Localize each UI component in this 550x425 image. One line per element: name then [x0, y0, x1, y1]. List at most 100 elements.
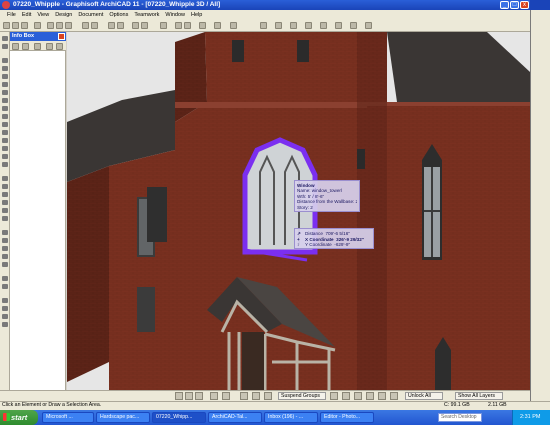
section-tool-icon[interactable]: [2, 298, 8, 303]
polygon-icon[interactable]: [34, 43, 41, 50]
menu-teamwork[interactable]: Teamwork: [131, 12, 162, 18]
slab-tool-icon[interactable]: [2, 114, 8, 119]
detail-tool-icon[interactable]: [2, 314, 8, 319]
publisher-icon[interactable]: [350, 22, 357, 29]
pencil-icon[interactable]: [132, 22, 139, 29]
menu-window[interactable]: Window: [162, 12, 188, 18]
print-icon[interactable]: [34, 22, 41, 29]
explore-icon[interactable]: [222, 392, 230, 400]
distance-value[interactable]: 709'-6 5/16": [325, 231, 349, 236]
gravity-icon[interactable]: [264, 392, 272, 400]
info-box-close-icon[interactable]: [58, 33, 65, 40]
lamp-tool-icon[interactable]: [2, 106, 8, 111]
mirror-icon[interactable]: [378, 392, 386, 400]
trace-icon[interactable]: [366, 392, 374, 400]
undo-icon[interactable]: [82, 22, 89, 29]
hotspot-tool-icon[interactable]: [2, 262, 8, 267]
wand-icon[interactable]: [141, 22, 148, 29]
open-file-icon[interactable]: [12, 22, 19, 29]
task-microsoft[interactable]: Microsoft ...: [42, 412, 94, 423]
task-photo-editor[interactable]: Editor - Photo...: [320, 412, 374, 423]
navigator-icon[interactable]: [365, 22, 372, 29]
arc-tool-icon[interactable]: [2, 238, 8, 243]
desktop-search-input[interactable]: Search Desktop: [438, 413, 482, 422]
stair-tool-icon[interactable]: [2, 154, 8, 159]
clock[interactable]: 2:31 PM: [520, 410, 540, 425]
teamwork-icon[interactable]: [230, 22, 237, 29]
fill-tool-icon[interactable]: [2, 216, 8, 221]
grid-icon[interactable]: [330, 392, 338, 400]
zoom-in-icon[interactable]: [175, 392, 183, 400]
layout-icon[interactable]: [335, 22, 342, 29]
menu-options[interactable]: Options: [106, 12, 131, 18]
view-options-icon[interactable]: [260, 22, 267, 29]
elevation-icon[interactable]: [290, 22, 297, 29]
3d-window-icon[interactable]: [117, 22, 124, 29]
pan-icon[interactable]: [184, 22, 191, 29]
task-archicad-talk[interactable]: ArchiCAD-Tal...: [208, 412, 262, 423]
y-coordinate-value[interactable]: -629'-9": [334, 242, 350, 247]
detail-icon[interactable]: [305, 22, 312, 29]
worksheet-tool-icon[interactable]: [2, 322, 8, 327]
menu-design[interactable]: Design: [52, 12, 75, 18]
roof-tool-icon[interactable]: [2, 122, 8, 127]
skylight-tool-icon[interactable]: [2, 138, 8, 143]
figure-tool-icon[interactable]: [2, 276, 8, 281]
suspend-groups-button[interactable]: Suspend Groups: [278, 392, 326, 400]
worksheet-icon[interactable]: [320, 22, 327, 29]
cut-icon[interactable]: [47, 22, 54, 29]
side-window-title[interactable]: [530, 0, 550, 10]
text-tool-icon[interactable]: [2, 192, 8, 197]
maximize-button[interactable]: □: [510, 1, 519, 9]
menu-file[interactable]: File: [4, 12, 19, 18]
render-icon[interactable]: [199, 22, 206, 29]
task-hardscape[interactable]: Hardscape pac...: [96, 412, 150, 423]
beam-tool-icon[interactable]: [2, 74, 8, 79]
curtain-wall-tool-icon[interactable]: [2, 146, 8, 151]
polyline-tool-icon[interactable]: [2, 246, 8, 251]
marquee-tool-icon[interactable]: [2, 44, 8, 49]
archicad-app-icon[interactable]: [2, 1, 10, 9]
elevation-tool-icon[interactable]: [2, 306, 8, 311]
selection-shape-icon[interactable]: [22, 43, 29, 50]
rectangle-icon[interactable]: [46, 43, 53, 50]
column-tool-icon[interactable]: [2, 66, 8, 71]
zoom-out-icon[interactable]: [185, 392, 193, 400]
menu-document[interactable]: Document: [75, 12, 106, 18]
arrow-tool-icon[interactable]: [2, 36, 8, 41]
menu-help[interactable]: Help: [188, 12, 205, 18]
shell-tool-icon[interactable]: [2, 130, 8, 135]
camera-tool-icon[interactable]: [2, 284, 8, 289]
object-tool-icon[interactable]: [2, 98, 8, 103]
settings-icon[interactable]: [240, 392, 248, 400]
zone-tool-icon[interactable]: [2, 208, 8, 213]
zoom-icon[interactable]: [175, 22, 182, 29]
task-inbox[interactable]: Inbox (196) - ...: [264, 412, 318, 423]
guide-icon[interactable]: [354, 392, 362, 400]
task-archicad[interactable]: 07220_Whipp...: [152, 412, 206, 423]
mesh-tool-icon[interactable]: [2, 162, 8, 167]
magic-wand-icon[interactable]: [252, 392, 260, 400]
floor-plan-icon[interactable]: [108, 22, 115, 29]
redo-icon[interactable]: [91, 22, 98, 29]
orbit-icon[interactable]: [210, 392, 218, 400]
menu-edit[interactable]: Edit: [19, 12, 34, 18]
rotate-icon[interactable]: [390, 392, 398, 400]
unlock-all-button[interactable]: Unlock All: [405, 392, 443, 400]
close-button[interactable]: x: [520, 1, 529, 9]
line-tool-icon[interactable]: [2, 230, 8, 235]
rotated-rectangle-icon[interactable]: [56, 43, 63, 50]
spline-tool-icon[interactable]: [2, 254, 8, 259]
section-icon[interactable]: [275, 22, 282, 29]
x-coordinate-value[interactable]: 326'-9 29/32": [336, 237, 364, 242]
fit-window-icon[interactable]: [195, 392, 203, 400]
door-tool-icon[interactable]: [2, 90, 8, 95]
menu-view[interactable]: View: [34, 12, 52, 18]
level-dimension-tool-icon[interactable]: [2, 184, 8, 189]
new-file-icon[interactable]: [3, 22, 10, 29]
window-tool-icon[interactable]: [2, 82, 8, 87]
show-all-layers-button[interactable]: Show All Layers: [455, 392, 503, 400]
paste-icon[interactable]: [65, 22, 72, 29]
copy-icon[interactable]: [56, 22, 63, 29]
minimize-button[interactable]: _: [500, 1, 509, 9]
